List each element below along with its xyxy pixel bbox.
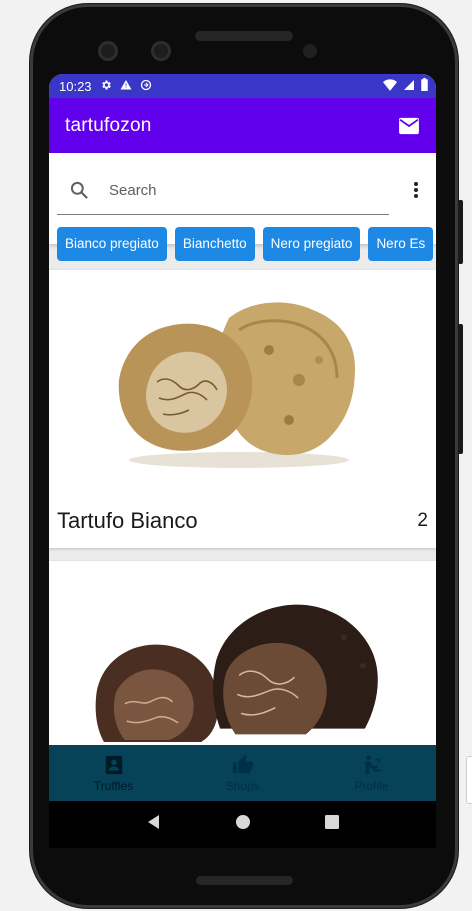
contact-card-icon	[103, 754, 125, 776]
nav-shops[interactable]: Shops	[178, 745, 307, 801]
home-icon[interactable]	[235, 814, 251, 835]
device-screen: 10:23 tartufozon Search Bianco pregiato …	[49, 74, 436, 848]
thumbs-up-icon	[232, 754, 254, 776]
more-vert-icon[interactable]	[409, 181, 423, 201]
window-scrollbar[interactable]	[466, 756, 472, 804]
chip-bianchetto[interactable]: Bianchetto	[174, 227, 255, 261]
signal-icon	[403, 79, 415, 94]
card-title: Tartufo Bianco	[57, 508, 198, 533]
earpiece-speaker	[195, 31, 293, 41]
category-chips: Bianco pregiato Bianchetto Nero pregiato…	[57, 227, 434, 261]
nav-truffles[interactable]: Truffles	[49, 745, 178, 801]
front-camera	[98, 41, 118, 61]
truffle-card[interactable]	[49, 561, 436, 761]
chip-nero-pregiato[interactable]: Nero pregiato	[262, 227, 361, 261]
nav-profile[interactable]: Profile	[307, 745, 436, 801]
warning-icon	[120, 79, 132, 94]
chip-bianco-pregiato[interactable]: Bianco pregiato	[57, 227, 167, 261]
search-section: Search Bianco pregiato Bianchetto Nero p…	[49, 153, 436, 261]
black-truffle-image	[95, 604, 378, 742]
status-bar: 10:23	[49, 74, 436, 98]
truffle-card[interactable]: Tartufo Bianco 2	[49, 270, 436, 548]
bottom-speaker	[196, 876, 293, 885]
sync-icon	[140, 79, 152, 94]
nav-truffles-label: Truffles	[93, 778, 134, 793]
white-truffle-image	[118, 302, 355, 468]
app-title: tartufozon	[65, 114, 152, 136]
status-time: 10:23	[59, 78, 92, 94]
mail-icon[interactable]	[398, 117, 420, 135]
person-shower-icon	[361, 754, 383, 776]
front-sensor	[151, 41, 171, 61]
nav-profile-label: Profile	[354, 778, 389, 793]
wifi-icon	[383, 78, 397, 94]
volume-button[interactable]	[458, 200, 463, 264]
back-icon[interactable]	[146, 814, 162, 835]
proximity-sensor	[303, 44, 317, 58]
recents-icon[interactable]	[324, 814, 340, 835]
chip-nero-es[interactable]: Nero Es	[368, 227, 434, 261]
search-input[interactable]: Search	[109, 182, 157, 199]
card-count: 2	[417, 510, 428, 531]
search-icon[interactable]	[69, 180, 91, 202]
gear-icon	[100, 79, 112, 94]
search-field[interactable]: Search	[57, 167, 389, 215]
battery-icon	[421, 78, 428, 94]
power-button[interactable]	[458, 324, 463, 454]
system-navigation-bar	[49, 801, 436, 848]
app-bar: tartufozon	[49, 98, 436, 153]
bottom-navigation: Truffles Shops Profile	[49, 745, 436, 801]
nav-shops-label: Shops	[225, 778, 260, 793]
